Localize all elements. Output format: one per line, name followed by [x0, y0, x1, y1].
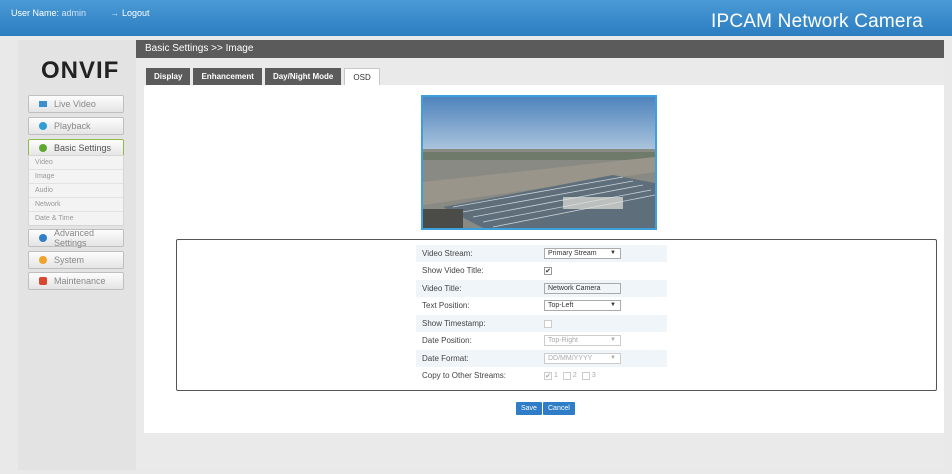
- show-video-title-row: Show Video Title: ✔: [416, 262, 667, 279]
- sidebar-item-label: Maintenance: [54, 276, 106, 286]
- tab-osd[interactable]: OSD: [344, 68, 380, 85]
- cancel-button[interactable]: Cancel: [543, 402, 575, 415]
- text-position-select[interactable]: Top-Left ▼: [544, 300, 621, 311]
- advanced-settings-icon: [39, 234, 47, 242]
- video-title-input[interactable]: Network Camera: [544, 283, 621, 294]
- copy-stream-3-label: 3: [591, 372, 596, 379]
- sidebar-item-live-video[interactable]: Live Video: [28, 95, 124, 113]
- sidebar-item-system[interactable]: System: [28, 251, 124, 269]
- chevron-down-icon: ▼: [610, 302, 616, 308]
- user-name-value: admin: [61, 8, 87, 18]
- chevron-down-icon: ▼: [610, 355, 616, 361]
- show-timestamp-checkbox[interactable]: [544, 319, 552, 328]
- tab-enhancement[interactable]: Enhancement: [193, 68, 262, 85]
- chevron-down-icon: ▼: [610, 337, 616, 343]
- video-title-label: Video Title:: [422, 284, 462, 293]
- date-position-label: Date Position:: [422, 336, 472, 345]
- tab-day-night-mode[interactable]: Day/Night Mode: [264, 68, 342, 85]
- date-format-value: DD/MM/YYYY: [548, 355, 593, 362]
- user-name-label: User Name:: [11, 8, 60, 18]
- basic-settings-submenu: Video Image Audio Network Date & Time: [28, 155, 124, 226]
- logout-link[interactable]: → Logout: [110, 8, 150, 18]
- date-position-row: Date Position: Top-Right ▼: [416, 332, 667, 349]
- date-position-value: Top-Right: [548, 337, 578, 344]
- submenu-item-video[interactable]: Video: [29, 156, 123, 170]
- logout-label: Logout: [122, 8, 150, 18]
- submenu-item-date-time[interactable]: Date & Time: [29, 212, 123, 226]
- date-format-select[interactable]: DD/MM/YYYY ▼: [544, 353, 621, 364]
- submenu-item-image[interactable]: Image: [29, 170, 123, 184]
- date-format-row: Date Format: DD/MM/YYYY ▼: [416, 350, 667, 367]
- show-timestamp-row: Show Timestamp:: [416, 315, 667, 332]
- text-position-row: Text Position: Top-Left ▼: [416, 297, 667, 314]
- copy-stream-1-checkbox[interactable]: ✔: [544, 371, 552, 380]
- sidebar-item-label: Advanced Settings: [54, 228, 95, 248]
- copy-stream-2-label: 2: [572, 372, 577, 379]
- video-stream-value: Primary Stream: [548, 250, 597, 257]
- sidebar-item-advanced-settings[interactable]: Advanced Settings: [28, 228, 124, 248]
- submenu-item-network[interactable]: Network: [29, 198, 123, 212]
- text-position-value: Top-Left: [548, 302, 574, 309]
- video-title-row: Video Title: Network Camera: [416, 280, 667, 297]
- breadcrumb: Basic Settings >> Image: [136, 40, 944, 58]
- camera-preview-image: [421, 95, 657, 230]
- copy-streams-row: Copy to Other Streams: ✔ 1 2 3: [416, 367, 667, 384]
- video-stream-select[interactable]: Primary Stream ▼: [544, 248, 621, 259]
- copy-streams-options: ✔ 1 2 3: [544, 371, 601, 380]
- copy-stream-2-checkbox[interactable]: [562, 371, 571, 380]
- onvif-logo: ONVIF: [41, 57, 120, 84]
- user-info: User Name: admin: [11, 8, 86, 18]
- top-bar: User Name: admin → Logout IPCAM Network C…: [0, 0, 952, 36]
- show-timestamp-label: Show Timestamp:: [422, 319, 486, 328]
- show-video-title-label: Show Video Title:: [422, 266, 484, 275]
- text-position-label: Text Position:: [422, 301, 470, 310]
- date-format-label: Date Format:: [422, 354, 469, 363]
- copy-stream-1-label: 1: [554, 372, 558, 379]
- maintenance-icon: [39, 277, 47, 285]
- sidebar-item-label: Basic Settings: [54, 143, 112, 153]
- sidebar-item-maintenance[interactable]: Maintenance: [28, 272, 124, 290]
- system-icon: [39, 256, 47, 264]
- playback-icon: [39, 122, 47, 130]
- save-button[interactable]: Save: [516, 402, 542, 415]
- brand-title: IPCAM Network Camera: [711, 11, 923, 32]
- sidebar-item-label: Live Video: [54, 99, 96, 109]
- tab-display[interactable]: Display: [146, 68, 191, 85]
- video-stream-label: Video Stream:: [422, 249, 473, 258]
- live-video-icon: [39, 100, 47, 108]
- sidebar-item-playback[interactable]: Playback: [28, 117, 124, 135]
- video-stream-row: Video Stream: Primary Stream ▼: [416, 245, 667, 262]
- basic-settings-icon: [39, 144, 47, 152]
- tab-bar: Display Enhancement Day/Night Mode OSD: [146, 68, 383, 85]
- date-position-select[interactable]: Top-Right ▼: [544, 335, 621, 346]
- logout-arrow-icon: →: [110, 8, 119, 18]
- sidebar-item-label: Playback: [54, 121, 91, 131]
- copy-stream-3-checkbox[interactable]: [581, 371, 590, 380]
- sidebar-item-label: System: [54, 255, 85, 265]
- chevron-down-icon: ▼: [610, 250, 616, 256]
- copy-streams-label: Copy to Other Streams:: [422, 371, 507, 380]
- show-video-title-checkbox[interactable]: ✔: [544, 266, 552, 275]
- submenu-item-audio[interactable]: Audio: [29, 184, 123, 198]
